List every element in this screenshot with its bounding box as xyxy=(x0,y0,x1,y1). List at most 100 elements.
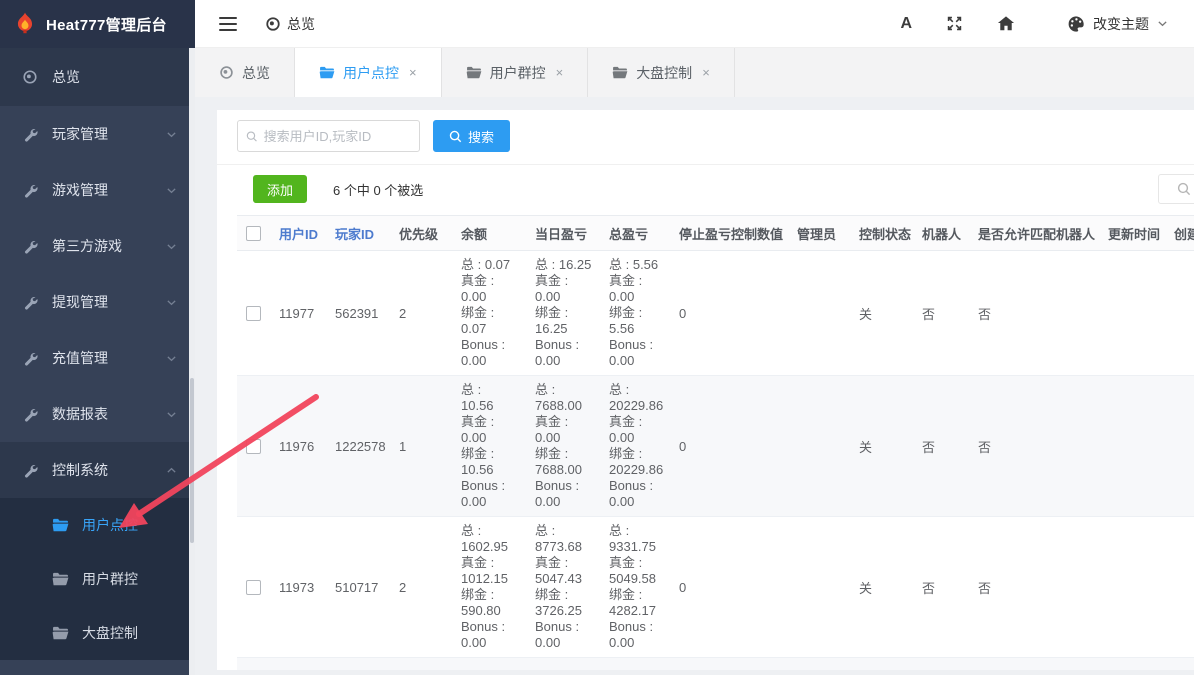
tab-user-group-control[interactable]: 用户群控 × xyxy=(442,48,589,97)
folder-open-icon xyxy=(319,66,335,79)
sidebar-item-label: 充值管理 xyxy=(52,350,108,366)
folder-icon xyxy=(52,626,69,640)
folder-icon xyxy=(612,66,628,79)
sidebar-subitem-user-point-control[interactable]: 用户点控 xyxy=(0,498,195,552)
match-robot: 否 xyxy=(978,306,992,322)
sidebar-item-withdraw-mgmt[interactable]: 提现管理 xyxy=(0,274,195,330)
menu-toggle-icon[interactable] xyxy=(219,16,237,31)
table-row xyxy=(237,658,1194,670)
control-state: 关 xyxy=(859,306,873,322)
player-id: 562391 xyxy=(335,305,379,321)
stop-value: 0 xyxy=(679,305,687,321)
close-icon[interactable]: × xyxy=(409,65,417,80)
col-control-state: 控制状态 xyxy=(859,226,912,242)
sidebar-item-game-mgmt[interactable]: 游戏管理 xyxy=(0,162,195,218)
search-icon xyxy=(246,130,257,142)
eye-icon xyxy=(22,69,38,85)
table-row: 11977 562391 2 总 : 0.07 真金 : 0.00 绑金 : 0… xyxy=(237,251,1194,376)
app-title: Heat777管理后台 xyxy=(46,16,167,34)
palette-icon xyxy=(1068,15,1084,32)
control-state: 关 xyxy=(859,580,873,596)
tab-label: 用户群控 xyxy=(489,64,546,81)
wrench-icon xyxy=(22,406,38,422)
app-logo: Heat777管理后台 xyxy=(0,0,195,48)
col-user-id[interactable]: 用户ID xyxy=(271,224,327,243)
sidebar-item-permission-mgmt[interactable]: 权限管理 xyxy=(0,660,195,675)
home-icon[interactable] xyxy=(997,15,1015,32)
search-icon xyxy=(1177,182,1191,196)
wrench-icon xyxy=(22,126,38,142)
search-field-wrap xyxy=(237,120,420,152)
sidebar-item-thirdparty-games[interactable]: 第三方游戏 xyxy=(0,218,195,274)
day-pl: 总 : 16.25 真金 : 0.00 绑金 : 16.25 Bonus : 0… xyxy=(535,257,592,368)
row-checkbox[interactable] xyxy=(246,579,261,595)
match-robot: 否 xyxy=(978,580,992,596)
table-row: 11973 510717 2 总 : 1602.95 真金 : 1012.15 … xyxy=(237,517,1194,658)
wrench-icon xyxy=(22,462,38,478)
sidebar-subitem-user-group-control[interactable]: 用户群控 xyxy=(0,552,195,606)
sidebar-item-recharge-mgmt[interactable]: 充值管理 xyxy=(0,330,195,386)
sidebar-item-label: 总览 xyxy=(52,69,80,85)
table-toolbar: 添加 6 个中 0 个被选 xyxy=(217,174,1194,204)
chevron-down-icon xyxy=(166,353,177,364)
priority: 2 xyxy=(399,579,407,595)
font-size-button[interactable]: A xyxy=(900,15,912,33)
sidebar-item-player-mgmt[interactable]: 玩家管理 xyxy=(0,106,195,162)
chevron-down-icon xyxy=(166,409,177,420)
wrench-icon xyxy=(22,238,38,254)
user-point-control-panel: 搜索 添加 6 个中 0 个被选 用户ID 玩家ID xyxy=(217,110,1194,670)
col-create-time: 创建时间 xyxy=(1174,226,1194,242)
total-pl: 总 : 20229.86 真金 : 0.00 绑金 : 20229.86 Bon… xyxy=(609,382,664,509)
tab-label: 总览 xyxy=(242,64,270,81)
search-button-label: 搜索 xyxy=(468,129,495,145)
scrollbar-thumb[interactable] xyxy=(190,378,194,543)
col-priority: 优先级 xyxy=(399,226,439,242)
chevron-down-icon xyxy=(1158,21,1167,27)
folder-icon xyxy=(466,66,481,79)
sidebar-item-data-reports[interactable]: 数据报表 xyxy=(0,386,195,442)
col-update-time: 更新时间 xyxy=(1108,226,1161,242)
col-player-id[interactable]: 玩家ID xyxy=(327,224,391,243)
sidebar-item-overview[interactable]: 总览 xyxy=(0,48,195,106)
eye-icon xyxy=(220,66,233,79)
search-input[interactable] xyxy=(263,128,411,144)
user-id: 11973 xyxy=(279,579,315,595)
sidebar-item-label: 第三方游戏 xyxy=(52,238,122,254)
add-button[interactable]: 添加 xyxy=(253,175,308,203)
fullscreen-icon[interactable] xyxy=(946,15,963,32)
close-icon[interactable]: × xyxy=(556,65,564,80)
day-pl: 总 : 7688.00 真金 : 0.00 绑金 : 7688.00 Bonus… xyxy=(535,382,582,509)
stop-value: 0 xyxy=(679,579,687,595)
select-all-checkbox[interactable] xyxy=(246,225,261,241)
sidebar-item-label: 游戏管理 xyxy=(52,182,108,198)
breadcrumb[interactable]: 总览 xyxy=(265,14,315,34)
row-checkbox[interactable] xyxy=(246,305,261,321)
row-checkbox[interactable] xyxy=(246,438,261,454)
priority: 2 xyxy=(399,305,407,321)
sidebar-subitem-dashboard-control[interactable]: 大盘控制 xyxy=(0,606,195,660)
sidebar-scrollbar[interactable] xyxy=(189,48,195,675)
robot: 否 xyxy=(922,439,936,455)
tab-overview[interactable]: 总览 xyxy=(195,48,295,97)
theme-switcher[interactable]: 改变主题 xyxy=(1067,14,1168,34)
column-search-button[interactable] xyxy=(1158,174,1194,204)
sidebar-item-label: 数据报表 xyxy=(52,406,108,422)
sidebar-subitem-label: 用户点控 xyxy=(82,517,138,533)
content-area: 搜索 添加 6 个中 0 个被选 用户ID 玩家ID xyxy=(195,97,1194,675)
sidebar-item-control-system[interactable]: 控制系统 xyxy=(0,442,195,498)
control-state: 关 xyxy=(859,439,873,455)
tab-user-point-control[interactable]: 用户点控 × xyxy=(295,48,442,97)
search-button[interactable]: 搜索 xyxy=(433,120,511,152)
wrench-icon xyxy=(22,182,38,198)
match-robot: 否 xyxy=(978,439,992,455)
tab-label: 用户点控 xyxy=(343,64,399,81)
eye-icon xyxy=(266,16,280,31)
col-robot: 机器人 xyxy=(922,226,962,242)
close-icon[interactable]: × xyxy=(702,65,710,80)
main-area: 总览 A 改变主题 总览 用户点控 × 用户群控 × 大盘控制 × 搜索用户ID… xyxy=(195,0,1194,675)
tab-dashboard-control[interactable]: 大盘控制 × xyxy=(588,48,735,97)
sidebar-item-label: 玩家管理 xyxy=(52,126,108,142)
col-stop-value: 停止盈亏控制数值 xyxy=(679,226,784,242)
chevron-up-icon xyxy=(166,465,177,476)
wrench-icon xyxy=(22,350,38,366)
